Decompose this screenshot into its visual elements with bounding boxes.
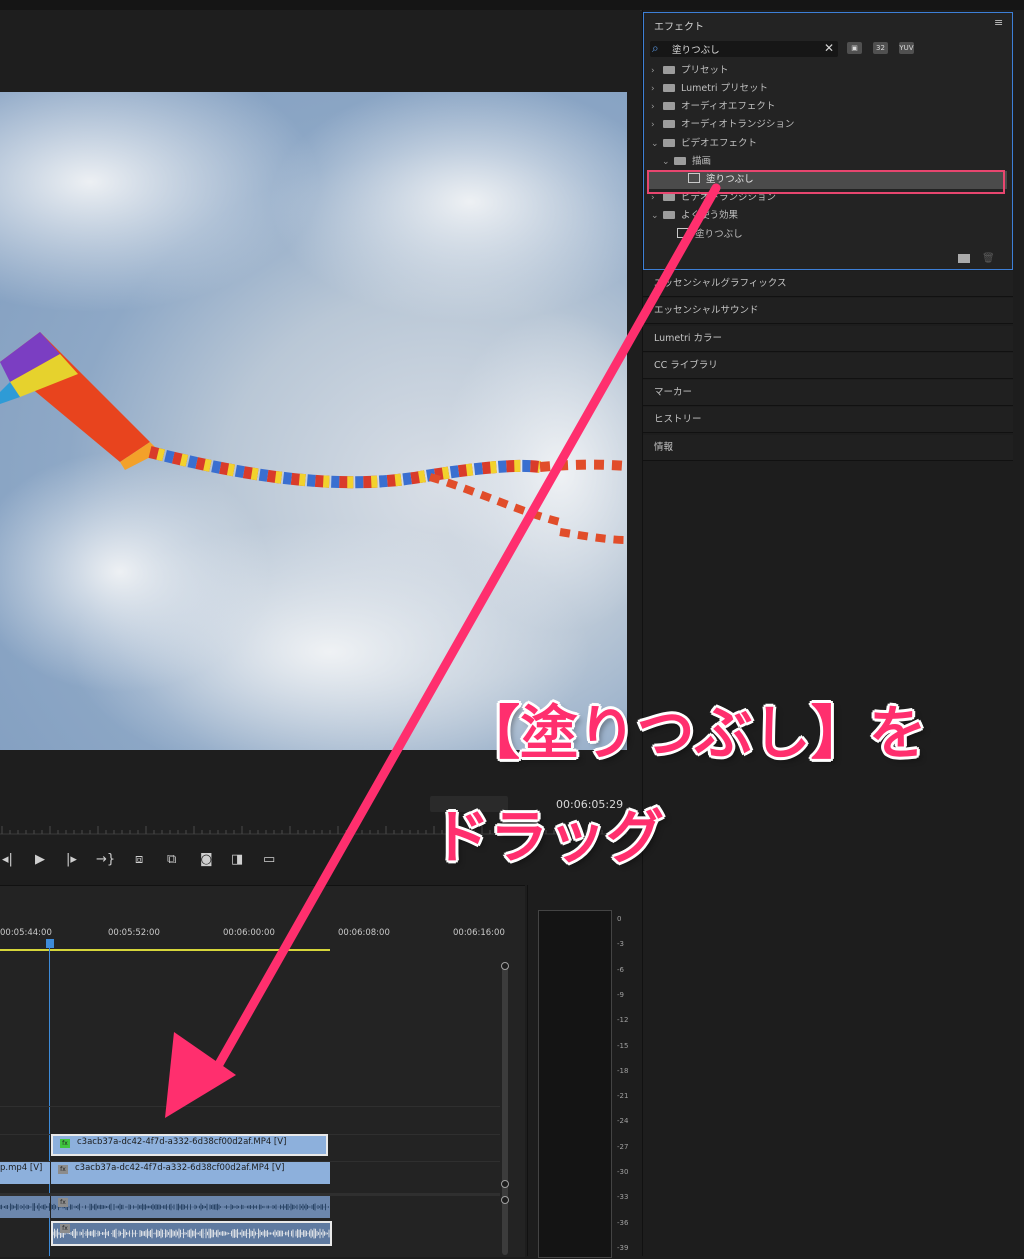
audio-clip-left[interactable]	[0, 1196, 50, 1218]
timeline-scrollbar[interactable]	[500, 962, 510, 1256]
fx-badge: fx	[60, 1224, 70, 1233]
audio-clip-a1[interactable]: fx	[51, 1196, 330, 1218]
step-forward-icon[interactable]: |▸	[66, 852, 77, 867]
yuv-effects-icon[interactable]: YUV	[899, 42, 914, 54]
tree-item-color-fill-favorite[interactable]: 塗りつぶし	[677, 228, 743, 242]
panel-essential-graphics[interactable]: エッセンシャルグラフィックス	[643, 271, 1013, 297]
annotation-caption-line2: ドラッグ	[432, 803, 665, 871]
preset-folder-icon	[663, 66, 675, 74]
chevron-right-icon[interactable]: ›	[651, 64, 663, 78]
audio-meter	[538, 910, 612, 1258]
overwrite-icon[interactable]: ⧉	[167, 852, 176, 867]
panel-history[interactable]: ヒストリー	[643, 407, 1013, 433]
go-to-out-icon[interactable]: →}	[96, 852, 115, 867]
meter-db-label: -36	[617, 1218, 629, 1227]
meter-db-label: -21	[617, 1092, 629, 1101]
meter-db-label: -39	[617, 1243, 629, 1252]
effects-panel-title[interactable]: エフェクト	[654, 18, 704, 33]
timeline-time-label: 00:06:08:00	[338, 928, 390, 938]
tree-item-generate[interactable]: ⌄ 描画	[662, 155, 711, 169]
chevron-down-icon[interactable]: ⌄	[651, 209, 663, 223]
tree-item-label: オーディオエフェクト	[681, 101, 776, 112]
tree-item-label: オーディオトランジション	[681, 119, 795, 130]
panel-lumetri-color[interactable]: Lumetri カラー	[643, 326, 1013, 352]
meter-db-label: -33	[617, 1193, 629, 1202]
compare-icon[interactable]: ◨	[231, 852, 243, 867]
video-clip-v1[interactable]: fx c3acb37a-dc42-4f7d-a332-6d38cf00d2af.…	[51, 1162, 330, 1184]
play-icon[interactable]: ▶	[35, 852, 45, 867]
meter-db-label: -27	[617, 1142, 629, 1151]
fx-badge: fx	[60, 1139, 70, 1148]
meter-db-label: -9	[617, 990, 624, 999]
chevron-down-icon[interactable]: ⌄	[662, 155, 674, 169]
track-divider	[0, 1106, 500, 1107]
effects-search-input[interactable]	[672, 43, 822, 54]
step-back-icon[interactable]: ◂|	[2, 852, 13, 867]
panel-markers[interactable]: マーカー	[643, 380, 1013, 406]
chevron-right-icon[interactable]: ›	[651, 82, 663, 96]
camera-icon[interactable]: ◙	[200, 852, 213, 867]
meter-db-label: -12	[617, 1016, 629, 1025]
hamburger-icon[interactable]: ≡	[994, 16, 1003, 29]
trash-icon[interactable]: 🗑	[982, 253, 995, 264]
timeline-time-label: 00:06:16:00	[453, 928, 505, 938]
tree-item-label: Lumetri プリセット	[681, 83, 769, 94]
tree-item-audio-effects[interactable]: › オーディオエフェクト	[651, 100, 775, 114]
timeline-time-label: 00:05:52:00	[108, 928, 160, 938]
tree-item-label: よく使う効果	[681, 210, 739, 221]
audio-clip-a2[interactable]: fx	[51, 1221, 332, 1246]
panel-essential-sound[interactable]: エッセンシャルサウンド	[643, 298, 1013, 324]
accelerated-effects-icon[interactable]: ▣	[847, 42, 862, 54]
clip-name: c3acb37a-dc42-4f7d-a332-6d38cf00d2af.MP4…	[77, 1137, 287, 1147]
32bit-effects-icon[interactable]: 32	[873, 42, 888, 54]
kite-image	[0, 92, 627, 750]
folder-icon	[674, 157, 686, 165]
effect-icon	[677, 228, 689, 238]
panel-info[interactable]: 情報	[643, 435, 1013, 461]
folder-icon	[663, 193, 675, 201]
meter-db-label: -3	[617, 940, 624, 949]
tree-item-label: 描画	[692, 156, 712, 167]
playhead-handle[interactable]	[46, 939, 54, 948]
clear-search-icon[interactable]: ✕	[824, 41, 834, 55]
clip-name: p.mp4 [V]	[0, 1163, 43, 1173]
tree-item-label: 塗りつぶし	[695, 229, 743, 240]
insert-icon[interactable]: ⧈	[135, 852, 143, 867]
tree-item-favorites[interactable]: ⌄ よく使う効果	[651, 209, 738, 223]
clip-name: c3acb37a-dc42-4f7d-a332-6d38cf00d2af.MP4…	[75, 1163, 285, 1173]
folder-icon	[663, 102, 675, 110]
highlight-box	[647, 170, 1005, 194]
meter-db-label: -30	[617, 1168, 629, 1176]
video-frame	[0, 92, 627, 750]
folder-icon	[663, 120, 675, 128]
meter-db-label: -6	[617, 965, 624, 974]
video-clip-v2[interactable]: fx c3acb37a-dc42-4f7d-a332-6d38cf00d2af.…	[51, 1134, 328, 1156]
fx-badge: fx	[58, 1198, 68, 1207]
preset-folder-icon	[663, 84, 675, 92]
tree-item-audio-transitions[interactable]: › オーディオトランジション	[651, 118, 794, 132]
folder-icon	[663, 211, 675, 219]
annotation-caption-line1: 【塗りつぶし】を	[462, 699, 927, 767]
tree-item-label: プリセット	[681, 65, 729, 76]
tree-item-presets[interactable]: › プリセット	[651, 64, 729, 78]
timeline-time-label: 00:06:00:00	[223, 928, 275, 938]
tree-item-lumetri-presets[interactable]: › Lumetri プリセット	[651, 82, 768, 96]
search-icon: ⌕	[652, 41, 659, 55]
folder-icon	[663, 139, 675, 147]
new-folder-icon[interactable]	[958, 254, 970, 263]
meter-db-label: -18	[617, 1066, 629, 1075]
timeline-time-label: 00:05:44:00	[0, 928, 52, 938]
fx-badge: fx	[58, 1165, 68, 1174]
tree-item-label: ビデオエフェクト	[681, 138, 758, 149]
tree-item-video-effects[interactable]: ⌄ ビデオエフェクト	[651, 137, 757, 151]
safe-margins-icon[interactable]: ▭	[263, 852, 275, 867]
video-clip-left[interactable]: p.mp4 [V]	[0, 1162, 50, 1184]
meter-db-label: -24	[617, 1117, 629, 1126]
chevron-right-icon[interactable]: ›	[651, 118, 663, 132]
chevron-down-icon[interactable]: ⌄	[651, 137, 663, 151]
meter-db-label: -15	[617, 1041, 629, 1050]
panel-cc-libraries[interactable]: CC ライブラリ	[643, 353, 1013, 379]
meter-db-label: 0	[617, 915, 622, 923]
chevron-right-icon[interactable]: ›	[651, 100, 663, 114]
